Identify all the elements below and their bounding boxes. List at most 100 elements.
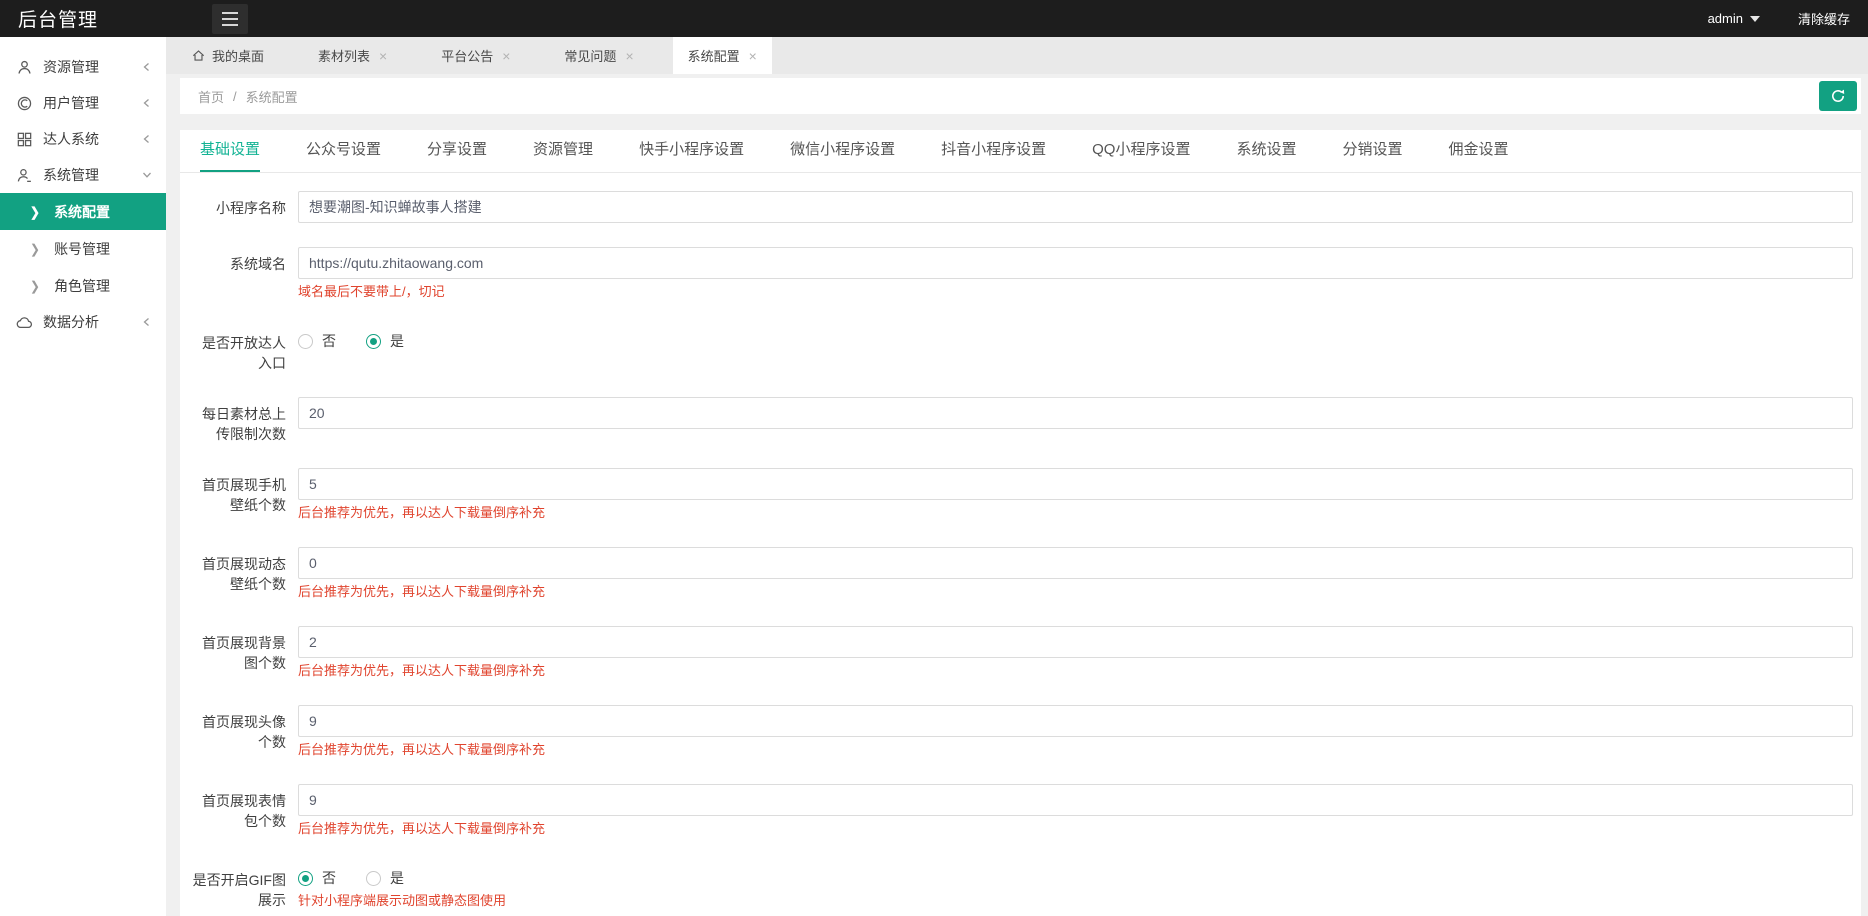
hamburger-icon[interactable] [212, 3, 248, 34]
sidebar-subitem-system-config[interactable]: ❯ 系统配置 [0, 193, 166, 230]
user-menu[interactable]: admin [1708, 11, 1760, 26]
radio-yes[interactable] [366, 333, 381, 349]
form-row-miniprogram-name: 小程序名称 [190, 191, 1853, 223]
radio-no[interactable] [298, 333, 313, 349]
field-hint: 针对小程序端展示动图或静态图使用 [298, 893, 507, 908]
close-icon[interactable]: × [749, 49, 757, 63]
settings-tab-qq[interactable]: QQ小程序设置 [1092, 130, 1190, 172]
settings-tab-kuaishou[interactable]: 快手小程序设置 [639, 130, 744, 172]
miniprogram-name-input[interactable] [298, 191, 1853, 223]
system-domain-input[interactable] [298, 247, 1853, 279]
emoji-count-input[interactable] [298, 784, 1853, 816]
settings-tab-official-account[interactable]: 公众号设置 [306, 130, 381, 172]
radio-label[interactable]: 是 [390, 868, 404, 888]
form-row-system-domain: 系统域名 域名最后不要带上/，切记 [190, 247, 1853, 302]
sidebar-subitem-role[interactable]: ❯ 角色管理 [0, 267, 166, 304]
breadcrumb-home[interactable]: 首页 [198, 87, 224, 106]
phone-wallpaper-count-input[interactable] [298, 468, 1853, 500]
settings-tab-resource[interactable]: 资源管理 [533, 130, 593, 172]
admin-user-icon [17, 168, 31, 182]
tab-platform-notice[interactable]: 平台公告 × [426, 37, 525, 74]
sidebar-item-users[interactable]: 用户管理 [0, 85, 166, 121]
field-hint: 后台推荐为优先，再以达人下载量倒序补充 [298, 821, 546, 836]
settings-tab-douyin[interactable]: 抖音小程序设置 [941, 130, 1046, 172]
arrow-right-icon: ❯ [30, 203, 41, 220]
tab-system-config[interactable]: 系统配置 × [672, 37, 772, 74]
tab-material-list[interactable]: 素材列表 × [303, 37, 402, 74]
live-wallpaper-count-input[interactable] [298, 547, 1853, 579]
background-count-input[interactable] [298, 626, 1853, 658]
sidebar-item-label: 数据分析 [43, 314, 99, 330]
sidebar-subitem-account[interactable]: ❯ 账号管理 [0, 230, 166, 267]
settings-tab-wechat[interactable]: 微信小程序设置 [790, 130, 895, 172]
tab-faq[interactable]: 常见问题 × [549, 37, 648, 74]
settings-form: 小程序名称 系统域名 域名最后不要带上/，切记 是否开放达人入口 [180, 173, 1861, 916]
arrow-right-icon: ❯ [30, 277, 41, 294]
field-label: 首页展现头像个数 [202, 714, 286, 750]
radio-no[interactable] [298, 870, 313, 886]
radio-group-gif-display: 否 是 [298, 868, 1853, 888]
refresh-button[interactable] [1819, 81, 1857, 111]
refresh-icon [1832, 89, 1845, 102]
form-row-daily-upload-limit: 每日素材总上传限制次数 [190, 397, 1853, 444]
close-icon[interactable]: × [502, 49, 510, 63]
radio-label[interactable]: 否 [322, 331, 336, 351]
radio-yes[interactable] [366, 870, 381, 886]
field-hint: 后台推荐为优先，再以达人下载量倒序补充 [298, 742, 546, 757]
settings-tab-distribution[interactable]: 分销设置 [1342, 130, 1402, 172]
field-label: 是否开启GIF图展示 [192, 872, 286, 908]
field-label: 首页展现动态壁纸个数 [202, 556, 286, 592]
arrow-right-icon: ❯ [30, 240, 41, 257]
sidebar-subitem-label: 系统配置 [54, 203, 111, 220]
close-icon[interactable]: × [379, 49, 387, 63]
tab-my-desktop[interactable]: 我的桌面 [176, 37, 279, 74]
field-hint: 域名最后不要带上/，切记 [298, 284, 445, 299]
settings-tabbar: 基础设置 公众号设置 分享设置 资源管理 快手小程序设置 微信小程序设置 抖音小… [180, 130, 1861, 173]
form-row-emoji-count: 首页展现表情包个数 后台推荐为优先，再以达人下载量倒序补充 [190, 784, 1853, 839]
chevron-left-icon [143, 318, 149, 326]
settings-tab-basic[interactable]: 基础设置 [200, 130, 261, 172]
breadcrumb: 首页 / 系统配置 [198, 87, 298, 106]
form-row-avatar-count: 首页展现头像个数 后台推荐为优先，再以达人下载量倒序补充 [190, 705, 1853, 760]
topbar: 后台管理 admin 清除缓存 [0, 0, 1868, 37]
form-row-background-count: 首页展现背景图个数 后台推荐为优先，再以达人下载量倒序补充 [190, 626, 1853, 681]
breadcrumb-current: 系统配置 [245, 89, 298, 105]
sidebar-item-label: 系统管理 [43, 167, 99, 183]
avatar-count-input[interactable] [298, 705, 1853, 737]
form-row-live-wallpaper-count: 首页展现动态壁纸个数 后台推荐为优先，再以达人下载量倒序补充 [190, 547, 1853, 602]
sidebar-item-resource[interactable]: 资源管理 [0, 49, 166, 85]
form-row-gif-display: 是否开启GIF图展示 否 是 针对小程序端展示动图或静态图使用 [190, 863, 1853, 911]
cloud-icon [16, 316, 33, 328]
field-label: 系统域名 [230, 256, 286, 272]
chevron-left-icon [143, 135, 149, 143]
radio-group-talent-entry: 否 是 [298, 331, 1853, 351]
sidebar-item-talent[interactable]: 达人系统 [0, 121, 166, 157]
field-label: 首页展现表情包个数 [202, 793, 286, 829]
radio-label[interactable]: 是 [390, 331, 404, 351]
home-icon [192, 50, 205, 61]
content-area: 我的桌面 素材列表 × 平台公告 × 常见问题 × 系统配置 × 首页 / 系统… [166, 37, 1868, 916]
field-label: 每日素材总上传限制次数 [202, 406, 286, 442]
breadcrumb-separator: / [233, 88, 237, 104]
field-label: 是否开放达人入口 [202, 335, 286, 371]
settings-tab-share[interactable]: 分享设置 [427, 130, 487, 172]
clear-cache-button[interactable]: 清除缓存 [1798, 9, 1850, 28]
username: admin [1707, 11, 1743, 26]
sidebar-item-system[interactable]: 系统管理 [0, 157, 166, 193]
user-icon [18, 60, 31, 74]
sidebar-item-label: 资源管理 [43, 59, 99, 75]
field-label: 小程序名称 [216, 200, 286, 216]
settings-tab-system[interactable]: 系统设置 [1236, 130, 1296, 172]
sidebar-item-analytics[interactable]: 数据分析 [0, 304, 166, 340]
grid-icon [17, 132, 32, 146]
close-icon[interactable]: × [625, 49, 633, 63]
sidebar-subitem-label: 角色管理 [54, 277, 111, 294]
app-title: 后台管理 [18, 10, 99, 31]
caret-down-icon [1749, 15, 1760, 22]
radio-label[interactable]: 否 [322, 868, 336, 888]
daily-upload-limit-input[interactable] [298, 397, 1853, 429]
form-row-talent-entry: 是否开放达人入口 否 是 [190, 326, 1853, 373]
settings-tab-commission[interactable]: 佣金设置 [1448, 130, 1508, 172]
tab-label: 常见问题 [564, 49, 617, 64]
sidebar-item-label: 达人系统 [43, 131, 99, 147]
